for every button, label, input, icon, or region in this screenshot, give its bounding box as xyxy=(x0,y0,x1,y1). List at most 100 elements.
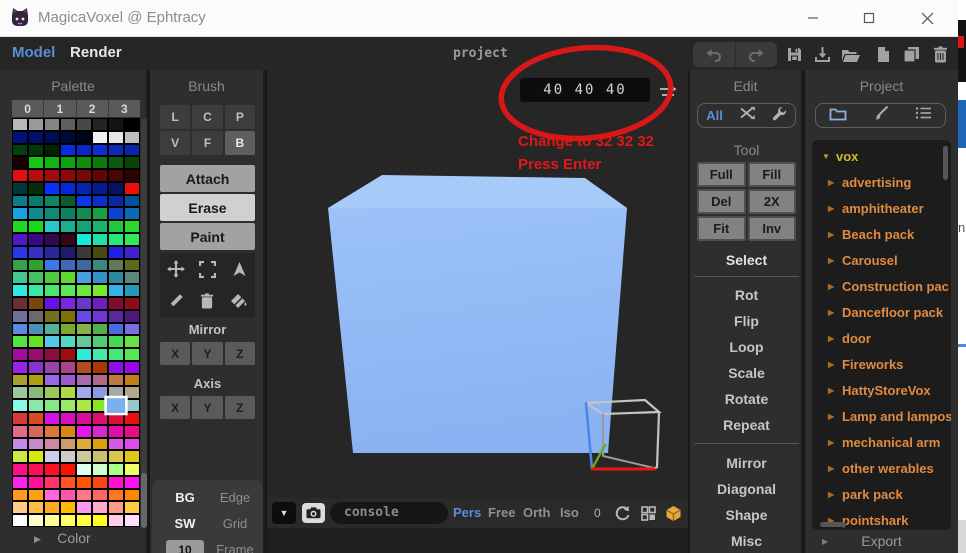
palette-swatch[interactable] xyxy=(125,349,139,360)
palette-swatch[interactable] xyxy=(93,298,107,309)
palette-swatch[interactable] xyxy=(45,119,59,130)
palette-swatch[interactable] xyxy=(77,234,91,245)
palette-tab-3[interactable]: 3 xyxy=(109,100,140,117)
palette-swatch[interactable] xyxy=(13,285,27,296)
palette-swatch[interactable] xyxy=(29,502,43,513)
edit-section-rotate[interactable]: Rotate xyxy=(690,391,803,407)
palette-swatch[interactable] xyxy=(125,413,139,424)
palette-swatch[interactable] xyxy=(77,247,91,258)
palette-swatch[interactable] xyxy=(13,157,27,168)
pen-tool-button[interactable] xyxy=(160,285,192,317)
palette-swatch[interactable] xyxy=(109,311,123,322)
palette-swatch[interactable] xyxy=(109,477,123,488)
tree-item[interactable]: ▶amphitheater xyxy=(812,196,951,222)
palette-swatch[interactable] xyxy=(77,515,91,526)
save-button[interactable] xyxy=(782,42,806,67)
palette-swatch[interactable] xyxy=(125,208,139,219)
palette-swatch[interactable] xyxy=(77,490,91,501)
edit-section-rot[interactable]: Rot xyxy=(690,287,803,303)
console-dropdown-button[interactable]: ▼ xyxy=(272,502,296,524)
palette-swatch[interactable] xyxy=(13,311,27,322)
palette-swatch[interactable] xyxy=(45,260,59,271)
palette-swatch[interactable] xyxy=(61,247,75,258)
edit-section-shape[interactable]: Shape xyxy=(690,507,803,523)
palette-swatch[interactable] xyxy=(109,502,123,513)
palette-swatch[interactable] xyxy=(109,221,123,232)
sw-toggle[interactable]: SW xyxy=(162,516,208,531)
brush-mode-l[interactable]: L xyxy=(160,105,190,129)
palette-swatch[interactable] xyxy=(125,119,139,130)
palette-swatch[interactable] xyxy=(13,477,27,488)
palette-swatch[interactable] xyxy=(13,464,27,475)
palette-swatch[interactable] xyxy=(109,464,123,475)
palette-swatch[interactable] xyxy=(61,157,75,168)
cursor-arrow-button[interactable] xyxy=(223,253,255,285)
palette-swatch[interactable] xyxy=(125,451,139,462)
palette-swatch[interactable] xyxy=(29,157,43,168)
palette-swatch[interactable] xyxy=(93,464,107,475)
palette-swatch[interactable] xyxy=(107,399,125,413)
trash-tool-button[interactable] xyxy=(192,285,224,317)
palette-swatch[interactable] xyxy=(13,208,27,219)
palette-swatch[interactable] xyxy=(93,119,107,130)
palette-swatch[interactable] xyxy=(77,477,91,488)
shuffle-arrows-button[interactable] xyxy=(739,106,755,125)
palette-swatch[interactable] xyxy=(29,311,43,322)
palette-swatch[interactable] xyxy=(77,157,91,168)
palette-swatch[interactable] xyxy=(125,285,139,296)
tab-render[interactable]: Render xyxy=(70,44,122,61)
palette-swatch[interactable] xyxy=(109,298,123,309)
palette-swatch[interactable] xyxy=(13,490,27,501)
palette-swatch[interactable] xyxy=(109,208,123,219)
palette-swatch[interactable] xyxy=(109,387,123,398)
palette-tab-0[interactable]: 0 xyxy=(12,100,43,117)
grid-layout-button[interactable] xyxy=(638,503,658,523)
palette-swatch[interactable] xyxy=(109,272,123,283)
palette-swatch[interactable] xyxy=(125,324,139,335)
palette-swatch[interactable] xyxy=(93,170,107,181)
palette-swatch[interactable] xyxy=(13,349,27,360)
palette-swatch[interactable] xyxy=(29,183,43,194)
tab-model[interactable]: Model xyxy=(12,44,55,61)
new-document-button[interactable] xyxy=(871,42,895,67)
palette-swatch[interactable] xyxy=(109,336,123,347)
palette-swatch[interactable] xyxy=(13,426,27,437)
palette-swatch[interactable] xyxy=(61,285,75,296)
palette-swatch[interactable] xyxy=(109,490,123,501)
palette-swatch[interactable] xyxy=(93,196,107,207)
tree-root-vox[interactable]: ▼vox xyxy=(812,144,951,170)
palette-swatch[interactable] xyxy=(109,170,123,181)
palette-swatch[interactable] xyxy=(29,477,43,488)
palette-swatch[interactable] xyxy=(77,196,91,207)
edit-tool-fill-button[interactable]: Fill xyxy=(748,162,797,187)
palette-swatch[interactable] xyxy=(125,145,139,156)
palette-swatch[interactable] xyxy=(61,490,75,501)
attach-button[interactable]: Attach xyxy=(160,165,255,192)
palette-swatch[interactable] xyxy=(109,145,123,156)
palette-swatch[interactable] xyxy=(13,221,27,232)
tree-item[interactable]: ▶HattyStoreVox xyxy=(812,378,951,404)
palette-swatch[interactable] xyxy=(125,490,139,501)
palette-swatch[interactable] xyxy=(77,387,91,398)
palette-scrollbar[interactable] xyxy=(141,118,147,528)
tree-item[interactable]: ▶Beach pack xyxy=(812,222,951,248)
palette-swatch[interactable] xyxy=(125,298,139,309)
tree-item[interactable]: ▶advertising xyxy=(812,170,951,196)
palette-swatch[interactable] xyxy=(77,145,91,156)
brush-mode-p[interactable]: P xyxy=(225,105,255,129)
palette-swatch[interactable] xyxy=(93,311,107,322)
palette-swatch[interactable] xyxy=(77,311,91,322)
palette-swatch[interactable] xyxy=(93,502,107,513)
axis-y-button[interactable]: Y xyxy=(192,396,222,419)
palette-swatch[interactable] xyxy=(29,260,43,271)
palette-swatch[interactable] xyxy=(29,196,43,207)
palette-swatch[interactable] xyxy=(29,285,43,296)
view-mode-free[interactable]: Free xyxy=(488,505,515,520)
palette-swatch[interactable] xyxy=(45,285,59,296)
palette-swatch[interactable] xyxy=(45,400,59,411)
palette-swatch[interactable] xyxy=(109,119,123,130)
camera-button[interactable] xyxy=(302,503,325,523)
palette-swatch[interactable] xyxy=(93,145,107,156)
axis-z-button[interactable]: Z xyxy=(225,396,255,419)
undo-button[interactable] xyxy=(693,42,735,67)
